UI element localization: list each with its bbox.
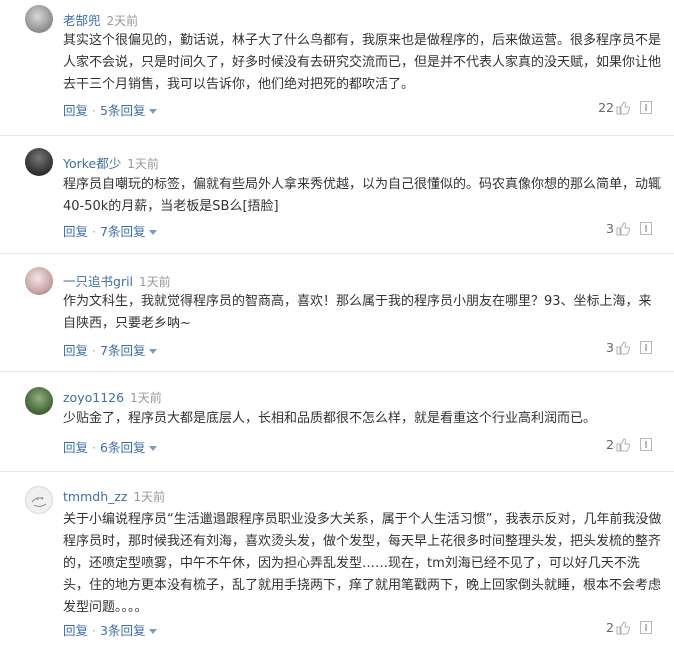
comment-author-line: zoyo1126 1天前 (63, 389, 162, 406)
thumbs-up-icon (616, 340, 630, 354)
comment-tools: 2 (606, 437, 652, 452)
divider (0, 135, 674, 136)
view-replies-link[interactable]: 5条回复 (100, 103, 145, 118)
avatar[interactable] (25, 486, 53, 514)
comment-actions: 回复 · 3条回复 (63, 620, 158, 639)
thumbs-up-icon (616, 620, 630, 634)
like-count: 2 (606, 437, 614, 452)
like-count: 3 (606, 221, 614, 236)
comment-author-line: tmmdh_zz 1天前 (63, 488, 165, 505)
comment-tools: 22 (598, 100, 652, 115)
comment-author-line: Yorke都少 1天前 (63, 153, 159, 172)
like-button[interactable]: 3 (606, 221, 630, 236)
view-replies-link[interactable]: 6条回复 (100, 440, 145, 455)
caret-down-icon[interactable] (149, 349, 158, 354)
comment-time: 2天前 (106, 14, 139, 28)
comment-username[interactable]: 一只追书gril (63, 274, 133, 289)
comment-item: zoyo1126 1天前 少贴金了，程序员大都是底层人，长相和品质都很不怎么样，就… (0, 380, 674, 470)
comment-item: tmmdh_zz 1天前 关于小编说程序员“生活邋遢跟程序员职业没多大关系，属于个… (0, 480, 674, 650)
like-button[interactable]: 2 (606, 620, 630, 635)
comment-text: 程序员自嘲玩的标签，偏就有些局外人拿来秀优越，以为自己很懂似的。码农真像你想的那… (63, 177, 662, 214)
comment-author-line: 老郜兜 2天前 (63, 10, 138, 29)
thumbs-up-icon (616, 437, 630, 451)
view-replies-link[interactable]: 7条回复 (100, 224, 145, 239)
comment-time: 1天前 (133, 490, 166, 504)
comment-actions: 回复 · 6条回复 (63, 437, 158, 456)
avatar[interactable] (25, 5, 53, 33)
like-count: 2 (606, 620, 614, 635)
reply-button[interactable]: 回复 (63, 343, 88, 358)
comment-actions: 回复 · 5条回复 (63, 100, 158, 119)
like-count: 22 (598, 100, 614, 115)
avatar[interactable] (25, 267, 53, 295)
comment-text: 作为文科生，我就觉得程序员的智商高，喜欢！那么属于我的程序员小朋友在哪里？93、… (63, 294, 652, 331)
divider (0, 253, 674, 254)
comment-tools: 3 (606, 221, 652, 236)
caret-down-icon[interactable] (149, 446, 158, 451)
reply-button[interactable]: 回复 (63, 623, 88, 638)
divider (0, 471, 674, 472)
comment-text: 少贴金了，程序员大都是底层人，长相和品质都很不怎么样，就是看重这个行业高利润而已… (63, 411, 597, 426)
reply-button[interactable]: 回复 (63, 440, 88, 455)
comment-tools: 3 (606, 340, 652, 355)
comment-item: 老郜兜 2天前 其实这个很偏见的，勤话说，林子大了什么鸟都有，我原来也是做程序的，… (0, 0, 674, 125)
comment-username[interactable]: tmmdh_zz (63, 489, 127, 504)
caret-down-icon[interactable] (149, 629, 158, 634)
reply-button[interactable]: 回复 (63, 224, 88, 239)
view-replies-link[interactable]: 7条回复 (100, 343, 145, 358)
comment-username[interactable]: 老郜兜 (63, 13, 101, 28)
comment-actions: 回复 · 7条回复 (63, 221, 158, 240)
comment-text: 其实这个很偏见的，勤话说，林子大了什么鸟都有，我原来也是做程序的，后来做运营。很… (63, 33, 662, 92)
like-button[interactable]: 3 (606, 340, 630, 355)
comment-time: 1天前 (139, 275, 171, 289)
comment-item: 一只追书gril 1天前 作为文科生，我就觉得程序员的智商高，喜欢！那么属于我的程… (0, 262, 674, 372)
divider (0, 371, 674, 372)
like-count: 3 (606, 340, 614, 355)
comment-time: 1天前 (130, 391, 162, 405)
report-icon[interactable] (640, 341, 652, 354)
comment-author-line: 一只追书gril 1天前 (63, 271, 171, 290)
report-icon[interactable] (640, 621, 652, 634)
comment-time: 1天前 (127, 157, 159, 171)
caret-down-icon[interactable] (149, 230, 158, 235)
comment-text: 关于小编说程序员“生活邋遢跟程序员职业没多大关系，属于个人生活习惯”，我表示反对… (63, 512, 662, 615)
comment-username[interactable]: zoyo1126 (63, 390, 124, 405)
report-icon[interactable] (640, 222, 652, 235)
comment-item: Yorke都少 1天前 程序员自嘲玩的标签，偏就有些局外人拿来秀优越，以为自己很懂… (0, 143, 674, 253)
comment-username[interactable]: Yorke都少 (63, 156, 121, 171)
comment-actions: 回复 · 7条回复 (63, 340, 158, 359)
avatar[interactable] (25, 387, 53, 415)
view-replies-link[interactable]: 3条回复 (100, 623, 145, 638)
report-icon[interactable] (640, 438, 652, 451)
reply-button[interactable]: 回复 (63, 103, 88, 118)
avatar[interactable] (25, 148, 53, 176)
comment-tools: 2 (606, 620, 652, 635)
like-button[interactable]: 2 (606, 437, 630, 452)
thumbs-up-icon (616, 100, 630, 114)
caret-down-icon[interactable] (149, 109, 158, 114)
like-button[interactable]: 22 (598, 100, 630, 115)
avatar-sketch-icon (31, 496, 47, 507)
report-icon[interactable] (640, 101, 652, 114)
thumbs-up-icon (616, 221, 630, 235)
